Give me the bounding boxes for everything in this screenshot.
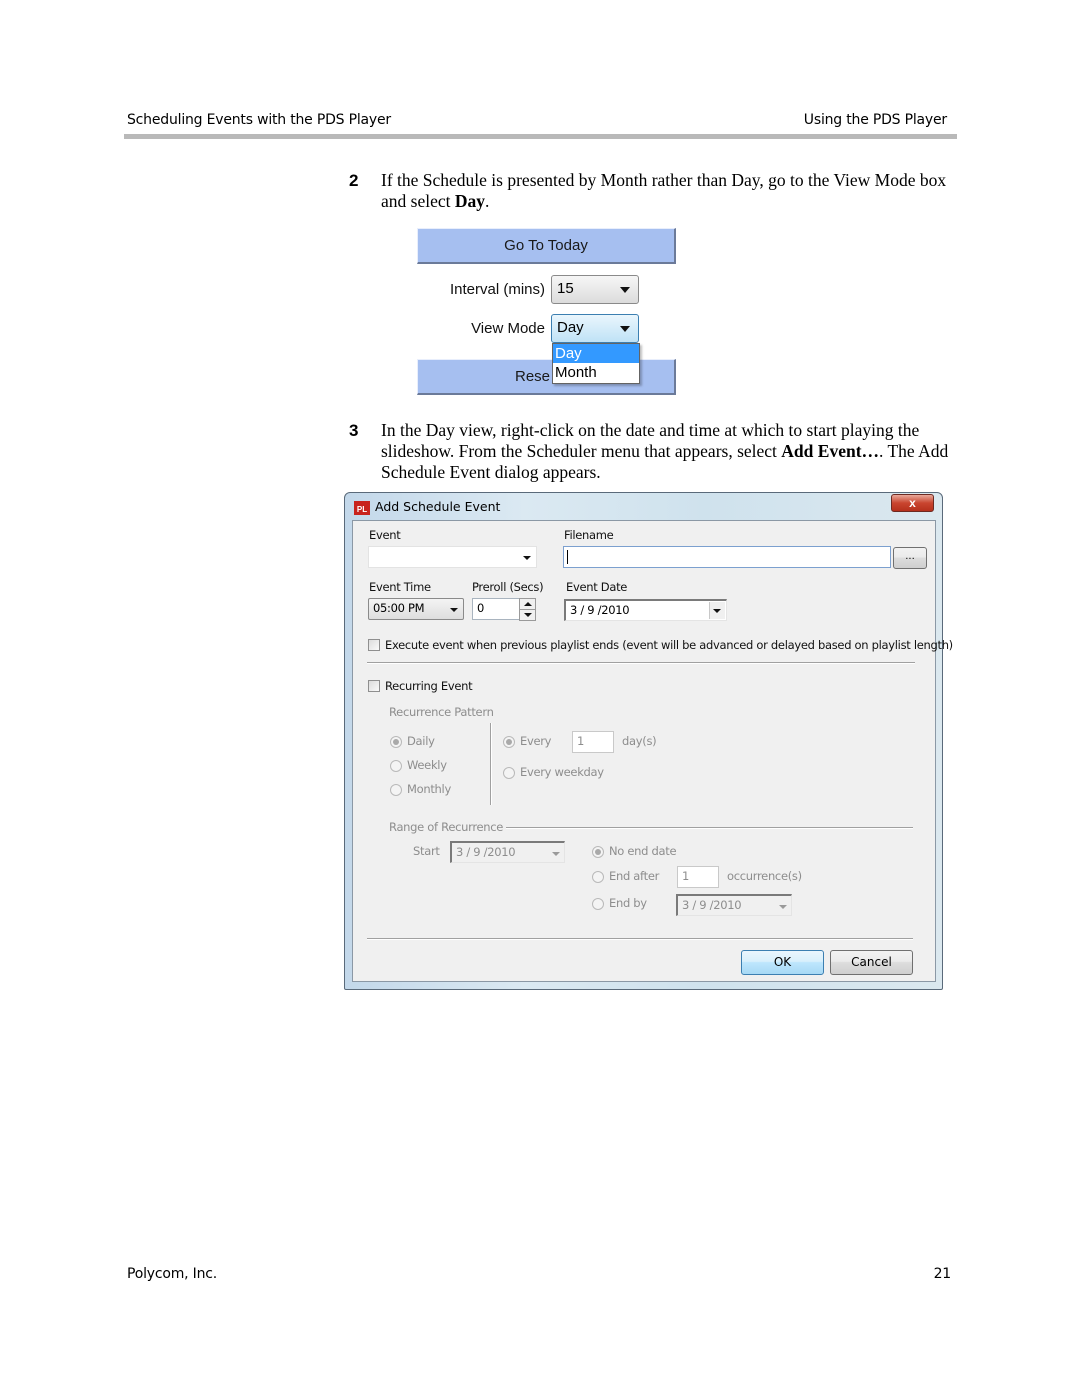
occurrences-label: occurrence(s)	[727, 869, 802, 883]
start-label: Start	[413, 844, 440, 858]
preroll-input[interactable]: 0	[472, 598, 520, 620]
step-number: 2	[349, 171, 359, 190]
reset-button-label: Rese	[515, 368, 551, 385]
weekly-radio[interactable]	[390, 760, 402, 772]
date-dropdown-button[interactable]	[709, 602, 725, 619]
step-text: If the Schedule is presented by Month ra…	[381, 170, 961, 212]
daily-radio[interactable]	[390, 736, 402, 748]
browse-button[interactable]: ...	[893, 547, 927, 569]
text-caret	[567, 550, 568, 564]
close-button[interactable]: x	[891, 494, 934, 512]
page-number: 21	[933, 1266, 952, 1282]
end-by-label: End by	[609, 896, 647, 910]
chevron-down-icon	[620, 326, 630, 332]
end-after-label: End after	[609, 869, 660, 883]
view-mode-option-day[interactable]: Day	[553, 344, 639, 363]
footer-company: Polycom, Inc.	[127, 1266, 218, 1282]
event-label: Event	[369, 528, 401, 542]
text-run: .	[485, 191, 490, 211]
monthly-radio[interactable]	[390, 784, 402, 796]
running-header-chapter: Using the PDS Player	[803, 112, 947, 128]
execute-after-playlist-checkbox[interactable]	[368, 639, 380, 651]
event-time-label: Event Time	[369, 580, 431, 594]
emphasized-term: Day	[454, 191, 485, 211]
spin-up-icon	[524, 602, 532, 606]
header-rule	[124, 134, 957, 139]
monthly-label: Monthly	[407, 782, 451, 796]
emphasized-term: Add Event…	[781, 441, 880, 461]
chevron-down-icon	[713, 609, 721, 613]
execute-after-playlist-label: Execute event when previous playlist end…	[385, 638, 953, 652]
scheduler-controls-figure: Go To Today Interval (mins) 15 View Mode…	[417, 228, 677, 395]
end-by-date-picker[interactable]: 3 / 9 /2010	[676, 894, 792, 916]
every-n-days-input[interactable]: 1	[572, 731, 614, 753]
close-icon: x	[909, 496, 916, 510]
chevron-down-icon	[523, 556, 531, 560]
every-label: Every	[520, 734, 552, 748]
recurrence-pattern-heading: Recurrence Pattern	[389, 705, 494, 719]
spin-down-icon	[524, 613, 532, 617]
go-to-today-button[interactable]: Go To Today	[417, 228, 676, 264]
dialog-title: Add Schedule Event	[375, 499, 501, 514]
event-date-label: Event Date	[566, 580, 628, 594]
recurring-event-label: Recurring Event	[385, 679, 473, 693]
step-text: In the Day view, right-click on the date…	[381, 420, 961, 483]
every-weekday-label: Every weekday	[520, 765, 604, 779]
interval-label: Interval (mins)	[449, 281, 545, 298]
step-number: 3	[349, 421, 359, 440]
ok-button[interactable]: OK	[741, 950, 824, 975]
view-mode-label: View Mode	[471, 320, 545, 337]
filename-input[interactable]	[563, 546, 891, 568]
start-date-picker[interactable]: 3 / 9 /2010	[450, 841, 565, 863]
range-heading-rule	[506, 827, 913, 829]
view-mode-option-month[interactable]: Month	[553, 363, 639, 382]
end-by-radio[interactable]	[592, 898, 604, 910]
preroll-label: Preroll (Secs)	[472, 580, 544, 594]
chevron-down-icon	[620, 287, 630, 293]
filename-label: Filename	[564, 528, 614, 542]
chevron-down-icon	[450, 608, 458, 612]
event-date-picker[interactable]: 3 / 9 /2010	[564, 599, 727, 621]
daily-label: Daily	[407, 734, 435, 748]
interval-value: 15	[557, 280, 574, 297]
event-select[interactable]	[368, 546, 537, 568]
running-header-section: Scheduling Events with the PDS Player	[127, 112, 391, 128]
separator	[367, 938, 913, 940]
range-of-recurrence-heading: Range of Recurrence	[389, 820, 504, 834]
chevron-down-icon	[779, 905, 787, 909]
end-after-radio[interactable]	[592, 871, 604, 883]
no-end-date-label: No end date	[609, 844, 677, 858]
interval-select[interactable]: 15	[551, 275, 639, 304]
dialog-client-area	[352, 520, 936, 982]
cancel-button[interactable]: Cancel	[830, 950, 913, 975]
view-mode-select[interactable]: Day	[551, 314, 639, 343]
no-end-date-radio[interactable]	[592, 846, 604, 858]
event-time-select[interactable]: 05:00 PM	[368, 598, 464, 620]
weekly-label: Weekly	[407, 758, 447, 772]
preroll-spinner[interactable]	[519, 598, 536, 621]
view-mode-value: Day	[557, 319, 584, 336]
spinner-divider	[520, 609, 535, 610]
end-by-date-value: 3 / 9 /2010	[682, 898, 742, 912]
chevron-down-icon	[552, 852, 560, 856]
event-time-value: 05:00 PM	[373, 601, 425, 615]
days-unit-label: day(s)	[622, 734, 657, 748]
every-weekday-radio[interactable]	[503, 767, 515, 779]
view-mode-dropdown-list: Day Month	[552, 343, 640, 384]
end-after-occurrences-input[interactable]: 1	[677, 866, 719, 888]
every-n-days-radio[interactable]	[503, 736, 515, 748]
start-date-value: 3 / 9 /2010	[456, 845, 516, 859]
event-date-value: 3 / 9 /2010	[570, 603, 630, 617]
separator	[367, 662, 915, 664]
pattern-divider	[490, 723, 492, 805]
recurring-event-checkbox[interactable]	[368, 680, 380, 692]
app-icon: PL	[354, 501, 370, 515]
